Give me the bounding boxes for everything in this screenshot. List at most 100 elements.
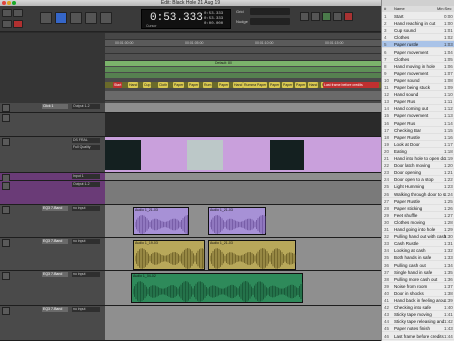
marker-0[interactable]: Start xyxy=(113,82,123,88)
track-io-selector[interactable]: no input xyxy=(72,239,100,244)
memory-location-row[interactable]: 21 Hand into hole to open do 1:19 xyxy=(382,155,454,162)
trim-tool-button[interactable] xyxy=(55,12,67,24)
memory-location-row[interactable]: 44 Sticky tape releasing and 1:42 xyxy=(382,318,454,326)
track-insert-slot[interactable]: EQ3 7-Band xyxy=(42,272,68,277)
marker-15[interactable]: Hand xyxy=(308,82,319,88)
memory-location-row[interactable]: 9 Paper movement 1:07 xyxy=(382,70,454,77)
marker-4[interactable]: Paper xyxy=(173,82,185,88)
mode-spot-button[interactable] xyxy=(2,20,12,28)
memory-location-row[interactable]: 23 Door opening 1:21 xyxy=(382,169,454,177)
memory-location-row[interactable]: 11 Paper being stuck 1:09 xyxy=(382,84,454,91)
rewind-button[interactable] xyxy=(300,12,309,21)
marker-17[interactable]: Last frame before credits xyxy=(323,82,379,88)
track-lane[interactable] xyxy=(105,103,381,112)
memory-location-row[interactable]: 24 Door open to a stop 1:22 xyxy=(382,176,454,184)
main-counter[interactable]: 0:53.333 0:53.333 0:53.333 0:00.000 Curs… xyxy=(141,9,231,29)
track-quality-selector[interactable]: Full Quality xyxy=(72,145,100,150)
track-header[interactable]: EQ3 7-Band no input xyxy=(0,271,105,305)
marker-3[interactable]: Cloth xyxy=(158,82,169,88)
marker-12[interactable]: Paper xyxy=(269,82,281,88)
fast-forward-button[interactable] xyxy=(333,12,342,21)
memory-location-row[interactable]: 15 Paper movement 1:13 xyxy=(382,112,454,120)
grid-value-field[interactable] xyxy=(250,8,290,15)
track-lane[interactable] xyxy=(105,306,381,340)
selector-tool-button[interactable] xyxy=(70,12,82,24)
marker-14[interactable]: Paper xyxy=(295,82,307,88)
track-lane[interactable] xyxy=(105,173,381,180)
marker-2[interactable]: Cup xyxy=(143,82,152,88)
track-io-selector[interactable]: no input xyxy=(72,206,100,211)
memory-location-row[interactable]: 17 Checking Bar 1:15 xyxy=(382,127,454,134)
marker-13[interactable]: Paper xyxy=(282,82,294,88)
memory-location-row[interactable]: 5 Paper rustle 1:03 xyxy=(382,41,454,49)
marker-5[interactable]: Paper xyxy=(188,82,200,88)
play-button[interactable] xyxy=(322,12,331,21)
track-insert-slot[interactable]: EQ3 7-Band xyxy=(42,206,68,211)
track-lane[interactable] xyxy=(105,181,381,204)
memory-location-row[interactable]: 13 Paper Rus 1:11 xyxy=(382,98,454,106)
track-header[interactable]: EQ3 7-Band no input xyxy=(0,205,105,237)
mode-grid-button[interactable] xyxy=(13,20,23,28)
track-header[interactable]: Input 1 xyxy=(0,173,105,182)
memory-location-row[interactable]: 41 Hand back in feeling arou 1:39 xyxy=(382,297,454,304)
memory-location-row[interactable]: 1 Start 0:00 xyxy=(382,13,454,20)
memory-location-row[interactable]: 28 Paper sticking 1:26 xyxy=(382,205,454,212)
memory-location-row[interactable]: 30 Clothes moving 1:28 xyxy=(382,219,454,226)
memory-location-row[interactable]: 2 Hand reaching in cut 1:00 xyxy=(382,20,454,28)
memory-location-row[interactable]: 19 Look at Door 1:17 xyxy=(382,141,454,148)
track-io-selector[interactable]: no input xyxy=(72,307,100,312)
audio-clip[interactable]: Audio 1_21-03 xyxy=(208,207,266,235)
track-io-selector[interactable]: Input 1 xyxy=(72,174,100,179)
record-button[interactable] xyxy=(344,12,353,21)
marker-7[interactable]: Paper xyxy=(218,82,230,88)
memory-location-row[interactable]: 20 Eating 1:18 xyxy=(382,148,454,155)
memory-location-row[interactable]: 27 Paper Rustle 1:25 xyxy=(382,198,454,205)
memory-location-row[interactable]: 4 Clothes 1:02 xyxy=(382,34,454,42)
memory-location-row[interactable]: 45 Paper notes finish 1:43 xyxy=(382,325,454,333)
memory-location-row[interactable]: 29 Feet shuffle 1:27 xyxy=(382,212,454,219)
track-insert-slot[interactable]: EQ3 7-Band xyxy=(42,239,68,244)
marker-8[interactable]: Hand xyxy=(233,82,244,88)
memory-location-row[interactable]: 26 Walking through door to s 1:24 xyxy=(382,191,454,198)
nudge-value-field[interactable] xyxy=(250,18,290,25)
marker-11[interactable]: Paper xyxy=(256,82,268,88)
length-value[interactable]: 0:00.000 xyxy=(204,22,223,26)
stop-button[interactable] xyxy=(311,12,320,21)
track-io-selector[interactable]: Output 1-2 xyxy=(72,104,100,109)
track-lane[interactable]: Audio 1_19-03 Audio 1_21-03 xyxy=(105,238,381,270)
mode-slip-button[interactable] xyxy=(13,9,23,17)
track-io-selector[interactable]: DS FRAL xyxy=(72,138,100,143)
memory-location-row[interactable]: 12 Hand sound 1:10 xyxy=(382,91,454,99)
audio-clip[interactable]: Audio 1_04-02 xyxy=(131,273,303,303)
memory-location-row[interactable]: 10 Paper sound 1:08 xyxy=(382,77,454,84)
memory-location-row[interactable]: 16 Paper Rus 1:14 xyxy=(382,120,454,127)
memory-location-row[interactable]: 36 Pulling cash out 1:34 xyxy=(382,262,454,269)
memory-location-row[interactable]: 46 Last frame before credits 1:44 xyxy=(382,333,454,340)
memory-location-row[interactable]: 3 Cup sound 1:01 xyxy=(382,27,454,35)
marker-6[interactable]: Rum xyxy=(203,82,213,88)
track-header[interactable]: EQ3 7-Band no input xyxy=(0,238,105,270)
memory-location-row[interactable]: 14 Hand coming out 1:12 xyxy=(382,105,454,113)
zoom-tool-button[interactable] xyxy=(40,12,52,24)
memory-location-row[interactable]: 8 Hand moving in hole 1:06 xyxy=(382,63,454,70)
pencil-tool-button[interactable] xyxy=(100,12,112,24)
track-header[interactable] xyxy=(0,113,105,136)
audio-clip[interactable]: Audio 1_19-03 xyxy=(133,240,205,270)
audio-clip[interactable]: Audio 1_21-03 xyxy=(208,240,296,270)
track-lane[interactable] xyxy=(105,137,381,172)
memory-location-row[interactable]: 6 Paper movement 1:04 xyxy=(382,49,454,56)
audio-clip[interactable]: Audio 1_21-03 xyxy=(133,207,189,235)
track-lane[interactable] xyxy=(105,113,381,136)
memory-location-row[interactable]: 42 Checking into safe 1:40 xyxy=(382,304,454,312)
track-lane[interactable]: Audio 1_04-02 xyxy=(105,271,381,305)
memory-location-row[interactable]: 22 Door latch moving 1:20 xyxy=(382,162,454,170)
track-io-selector[interactable]: no input xyxy=(72,272,100,277)
memory-location-row[interactable]: 43 Sticky tape moving 1:41 xyxy=(382,311,454,319)
mode-shuffle-button[interactable] xyxy=(2,9,12,17)
grabber-tool-button[interactable] xyxy=(85,12,97,24)
memory-location-row[interactable]: 25 Light Humming 1:23 xyxy=(382,183,454,191)
memory-location-row[interactable]: 37 Single hand in safe 1:35 xyxy=(382,269,454,276)
end-value[interactable]: 0:53.333 xyxy=(204,17,223,21)
memory-location-row[interactable]: 39 Noise from room 1:37 xyxy=(382,283,454,290)
marker-1[interactable]: Hand xyxy=(128,82,139,88)
